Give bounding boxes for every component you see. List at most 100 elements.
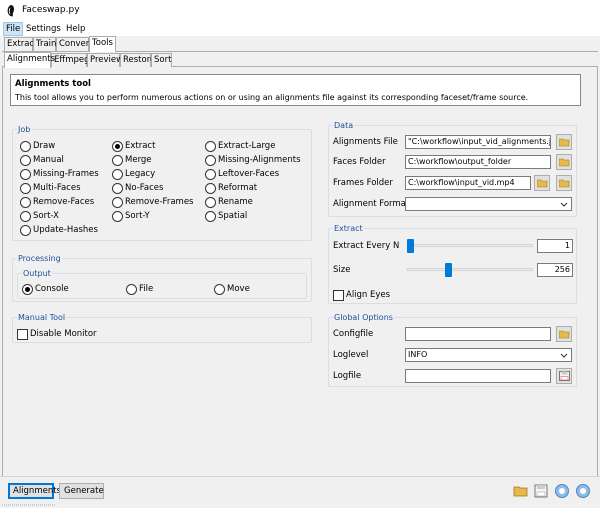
- processing-group-title: Processing: [17, 253, 62, 264]
- faces-folder-browse-button[interactable]: [556, 154, 572, 170]
- radio-job-spatial[interactable]: Spatial: [205, 210, 247, 222]
- radio-job-rename[interactable]: Rename: [205, 196, 253, 208]
- extract-every-n-input[interactable]: 1: [537, 239, 573, 253]
- window-title: Faceswap.py: [22, 5, 80, 15]
- save-icon: [559, 371, 570, 381]
- alignments-file-browse-button[interactable]: [556, 134, 572, 150]
- disable-monitor-checkbox[interactable]: Disable Monitor: [17, 328, 97, 340]
- menu-help[interactable]: Help: [64, 22, 87, 36]
- loglevel-select[interactable]: INFO: [405, 348, 572, 362]
- size-slider-thumb[interactable]: [445, 263, 452, 277]
- radio-job-reformat[interactable]: Reformat: [205, 182, 257, 194]
- logfile-label: Logfile: [333, 371, 362, 381]
- clear-icon[interactable]: [575, 483, 591, 499]
- alignment-format-label: Alignment Format: [333, 199, 410, 209]
- tool-info-title: Alignments tool: [15, 79, 91, 89]
- output-group: Output Console File Move: [17, 268, 307, 299]
- tab-restore[interactable]: Restore: [120, 53, 155, 67]
- radio-job-merge[interactable]: Merge: [112, 154, 152, 166]
- configfile-browse-button[interactable]: [556, 326, 572, 342]
- open-folder-icon[interactable]: [513, 483, 529, 499]
- radio-job-no-faces[interactable]: No-Faces: [112, 182, 163, 194]
- configfile-input[interactable]: [405, 327, 551, 341]
- status-progress-dots: [2, 504, 56, 506]
- save-icon[interactable]: [533, 483, 549, 499]
- global-options-group: Global Options Configfile Loglevel INFO …: [328, 312, 577, 387]
- frames-file-browse-button[interactable]: [556, 175, 572, 191]
- extract-every-n-slider-track[interactable]: [407, 244, 533, 247]
- tab-sort[interactable]: Sort: [151, 53, 172, 67]
- align-eyes-checkbox[interactable]: Align Eyes: [333, 289, 390, 301]
- faces-folder-input[interactable]: C:\workflow\output_folder: [405, 155, 551, 169]
- menu-bar: File Settings Help: [0, 22, 600, 36]
- size-input[interactable]: 256: [537, 263, 573, 277]
- logfile-input[interactable]: [405, 369, 551, 383]
- tab-train[interactable]: Train: [33, 37, 56, 51]
- frames-folder-label: Frames Folder: [333, 178, 393, 188]
- tool-info-box: Alignments tool This tool allows you to …: [10, 74, 581, 106]
- folder-icon: [559, 138, 570, 147]
- radio-job-manual[interactable]: Manual: [20, 154, 64, 166]
- alignments-file-label: Alignments File: [333, 137, 398, 147]
- alignments-file-input[interactable]: "C:\workflow\input_vid_alignments.json: [405, 135, 551, 149]
- app-logo-icon: [7, 5, 14, 17]
- frames-folder-browse-button[interactable]: [534, 175, 550, 191]
- extract-every-n-slider-thumb[interactable]: [407, 239, 414, 253]
- alignment-format-select[interactable]: [405, 197, 572, 211]
- radio-output-console[interactable]: Console: [22, 283, 69, 295]
- radio-job-legacy[interactable]: Legacy: [112, 168, 155, 180]
- data-group-title: Data: [333, 120, 355, 131]
- tool-info-description: This tool allows you to perform numerous…: [15, 93, 529, 102]
- radio-job-multi-faces[interactable]: Multi-Faces: [20, 182, 81, 194]
- folder-icon: [537, 179, 548, 188]
- folder-icon: [559, 330, 570, 339]
- data-group: Data Alignments File "C:\workflow\input_…: [328, 120, 577, 217]
- radio-job-extract[interactable]: Extract: [112, 140, 155, 152]
- reset-icon[interactable]: [554, 483, 570, 499]
- chevron-down-icon: [560, 202, 568, 207]
- radio-job-leftover-faces[interactable]: Leftover-Faces: [205, 168, 279, 180]
- run-alignments-button[interactable]: Alignments: [8, 483, 61, 499]
- chevron-down-icon: [560, 353, 568, 358]
- extract-every-n-label: Extract Every N: [333, 241, 400, 251]
- radio-job-remove-faces[interactable]: Remove-Faces: [20, 196, 94, 208]
- loglevel-label: Loglevel: [333, 350, 369, 360]
- radio-job-update-hashes[interactable]: Update-Hashes: [20, 224, 98, 236]
- manual-tool-group-title: Manual Tool: [17, 312, 67, 323]
- folder-icon: [559, 158, 570, 167]
- output-group-title: Output: [22, 268, 52, 279]
- extract-group: Extract Extract Every N 1 Size 256 Align…: [328, 223, 577, 304]
- radio-output-move[interactable]: Move: [214, 283, 250, 295]
- job-group: Job Draw Extract Extract-Large Manual Me…: [12, 124, 312, 241]
- menu-settings[interactable]: Settings: [24, 22, 63, 36]
- radio-job-extract-large[interactable]: Extract-Large: [205, 140, 275, 152]
- radio-job-missing-alignments[interactable]: Missing-Alignments: [205, 154, 301, 166]
- radio-job-missing-frames[interactable]: Missing-Frames: [20, 168, 99, 180]
- manual-tool-group: Manual Tool Disable Monitor: [12, 312, 312, 343]
- tab-preview[interactable]: Preview: [87, 53, 123, 67]
- size-label: Size: [333, 265, 351, 275]
- configfile-label: Configfile: [333, 329, 374, 339]
- job-group-title: Job: [17, 124, 32, 135]
- size-slider-track[interactable]: [407, 268, 533, 271]
- tab-extract[interactable]: Extract: [4, 37, 37, 51]
- radio-job-remove-frames[interactable]: Remove-Frames: [112, 196, 193, 208]
- folder-open-icon: [559, 179, 570, 188]
- radio-output-file[interactable]: File: [126, 283, 153, 295]
- global-options-group-title: Global Options: [333, 312, 394, 323]
- frames-folder-input[interactable]: C:\workflow\input_vid.mp4: [405, 176, 531, 190]
- tab-tools[interactable]: Tools: [89, 36, 116, 52]
- title-bar: Faceswap.py: [0, 0, 600, 22]
- menu-file[interactable]: File: [3, 22, 24, 36]
- generate-button[interactable]: Generate: [59, 483, 104, 499]
- radio-job-draw[interactable]: Draw: [20, 140, 55, 152]
- radio-job-sort-x[interactable]: Sort-X: [20, 210, 59, 222]
- processing-group: Processing Output Console File Move: [12, 253, 312, 302]
- radio-job-sort-y[interactable]: Sort-Y: [112, 210, 150, 222]
- faces-folder-label: Faces Folder: [333, 157, 386, 167]
- tab-convert[interactable]: Convert: [56, 37, 93, 51]
- loglevel-value: INFO: [408, 350, 428, 359]
- logfile-save-button[interactable]: [556, 368, 572, 384]
- tab-effmpeg[interactable]: Effmpeg: [51, 53, 90, 67]
- tab-alignments[interactable]: Alignments: [4, 52, 55, 68]
